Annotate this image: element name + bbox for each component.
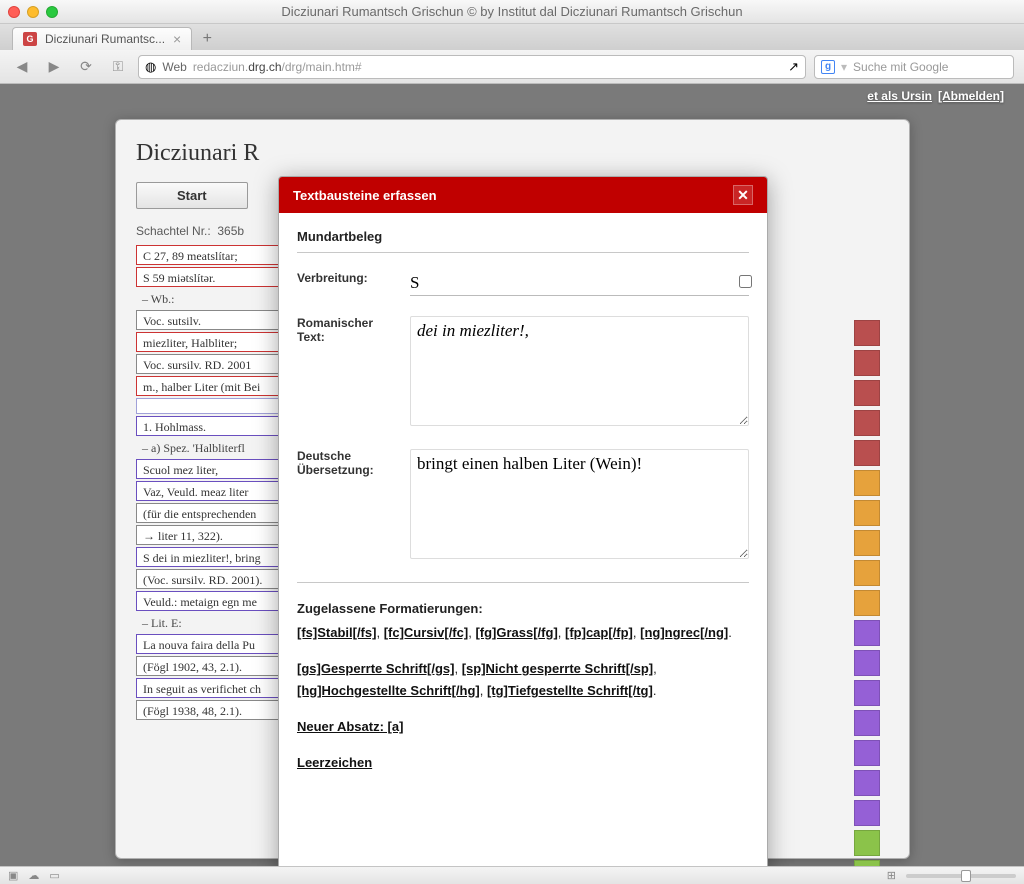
verbreitung-input[interactable] bbox=[410, 271, 749, 296]
back-button[interactable]: ◀ bbox=[10, 56, 34, 78]
format-tag-link[interactable]: [hg]Hochgestellte Schrift[/hg] bbox=[297, 683, 480, 698]
modal-close-button[interactable]: ✕ bbox=[733, 185, 753, 205]
roman-text-input[interactable] bbox=[410, 316, 749, 426]
globe-icon: ◍ bbox=[145, 59, 156, 75]
address-bar[interactable]: ◍ Web redacziun.drg.ch/drg/main.htm# ↗ bbox=[138, 55, 806, 79]
grid-icon[interactable]: ⊞ bbox=[887, 869, 896, 882]
page-viewport: et als Ursin [Abmelden] Dicziunari R Sta… bbox=[0, 84, 1024, 866]
close-tab-icon[interactable]: × bbox=[173, 32, 181, 46]
zoom-window-icon[interactable] bbox=[46, 6, 58, 18]
modal-dialog: Textbausteine erfassen ✕ Mundartbeleg Ve… bbox=[278, 176, 768, 866]
neuer-absatz-link[interactable]: Neuer Absatz: [a] bbox=[297, 719, 403, 734]
reload-button[interactable]: ⟳ bbox=[74, 56, 98, 78]
favicon-icon: G bbox=[23, 32, 37, 46]
reader-icon[interactable]: ↗ bbox=[788, 59, 799, 75]
google-icon: g bbox=[821, 60, 835, 74]
status-icon[interactable]: ▣ bbox=[8, 869, 18, 882]
url-text: redacziun.drg.ch/drg/main.htm# bbox=[193, 60, 362, 74]
roman-text-label: Romanischer Text: bbox=[297, 316, 392, 344]
search-placeholder: Suche mit Google bbox=[853, 60, 948, 74]
cloud-icon[interactable]: ☁ bbox=[28, 869, 39, 882]
leerzeichen-link[interactable]: Leerzeichen bbox=[297, 755, 372, 770]
minimize-window-icon[interactable] bbox=[27, 6, 39, 18]
formats-heading: Zugelassene Formatierungen: bbox=[297, 601, 749, 616]
window-chrome: Dicziunari Rumantsch Grischun © by Insti… bbox=[0, 0, 1024, 24]
new-tab-button[interactable]: + bbox=[196, 28, 218, 50]
status-bar: ▣ ☁ ▭ ⊞ bbox=[0, 866, 1024, 884]
format-tag-link[interactable]: [fg]Grass[/fg] bbox=[475, 625, 557, 640]
verbreitung-label: Verbreitung: bbox=[297, 271, 392, 285]
format-tag-link[interactable]: [fp]cap[/fp] bbox=[565, 625, 633, 640]
divider bbox=[297, 582, 749, 583]
german-text-label: Deutsche Übersetzung: bbox=[297, 449, 392, 477]
tab-label: Dicziunari Rumantsc... bbox=[45, 32, 165, 46]
window-title: Dicziunari Rumantsch Grischun © by Insti… bbox=[0, 4, 1024, 19]
forward-button[interactable]: ▶ bbox=[42, 56, 66, 78]
url-scheme-label: Web bbox=[162, 60, 186, 74]
tag-icon[interactable]: ▭ bbox=[49, 869, 59, 882]
search-bar[interactable]: g ▾ Suche mit Google bbox=[814, 55, 1014, 79]
traffic-lights bbox=[8, 6, 58, 18]
zoom-thumb[interactable] bbox=[961, 870, 971, 882]
zoom-slider[interactable] bbox=[906, 874, 1016, 878]
modal-title: Textbausteine erfassen bbox=[293, 188, 437, 203]
format-tag-link[interactable]: [sp]Nicht gesperrte Schrift[/sp] bbox=[462, 661, 653, 676]
browser-tab[interactable]: G Dicziunari Rumantsc... × bbox=[12, 27, 192, 50]
format-tag-link[interactable]: [fc]Cursiv[/fc] bbox=[384, 625, 469, 640]
key-icon[interactable]: ⚿ bbox=[106, 56, 130, 78]
modal-body: Mundartbeleg Verbreitung: Romanischer Te… bbox=[279, 213, 767, 866]
section-heading: Mundartbeleg bbox=[297, 229, 749, 244]
close-window-icon[interactable] bbox=[8, 6, 20, 18]
format-tag-link[interactable]: [tg]Tiefgestellte Schrift[/tg] bbox=[487, 683, 653, 698]
format-tag-link[interactable]: [fs]Stabil[/fs] bbox=[297, 625, 376, 640]
divider bbox=[297, 252, 749, 253]
german-text-input[interactable] bbox=[410, 449, 749, 559]
format-tag-link[interactable]: [gs]Gesperrte Schrift[/gs] bbox=[297, 661, 454, 676]
formats-line-2: [gs]Gesperrte Schrift[/gs], [sp]Nicht ge… bbox=[297, 658, 749, 702]
tab-bar: G Dicziunari Rumantsc... × + bbox=[0, 24, 1024, 50]
formats-line-1: [fs]Stabil[/fs], [fc]Cursiv[/fc], [fg]Gr… bbox=[297, 622, 749, 644]
browser-toolbar: ◀ ▶ ⟳ ⚿ ◍ Web redacziun.drg.ch/drg/main.… bbox=[0, 50, 1024, 84]
format-tag-link[interactable]: [ng]ngrec[/ng] bbox=[640, 625, 728, 640]
modal-header: Textbausteine erfassen ✕ bbox=[279, 177, 767, 213]
verbreitung-checkbox[interactable] bbox=[739, 275, 752, 288]
